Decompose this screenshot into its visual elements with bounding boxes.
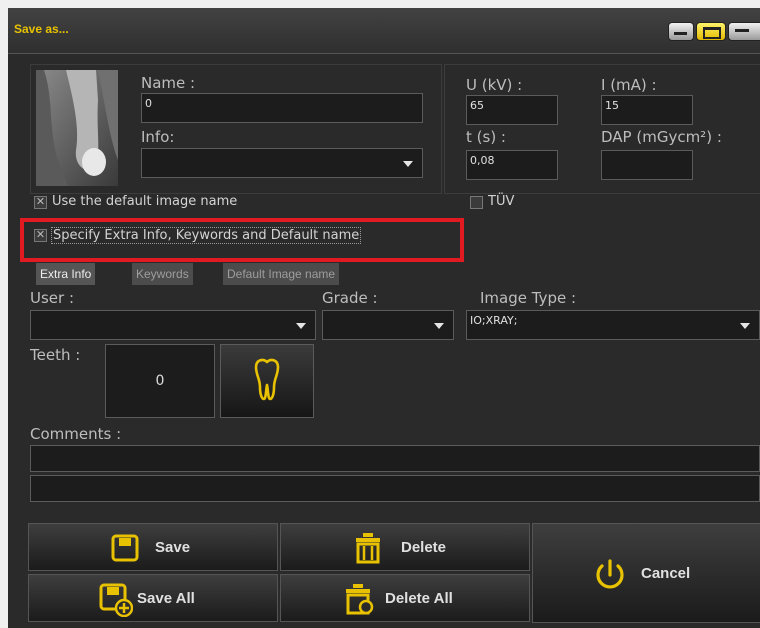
comments-line-2[interactable] <box>30 475 760 502</box>
tooth-icon <box>254 358 280 401</box>
use-default-name-label: Use the default image name <box>52 194 238 209</box>
power-icon <box>596 559 624 589</box>
cancel-label: Cancel <box>641 565 691 582</box>
title-bar[interactable]: Save as... <box>8 8 760 54</box>
tab-keywords[interactable]: Keywords <box>132 263 193 285</box>
info-label: Info: <box>141 128 175 146</box>
t-s-input[interactable]: 0,08 <box>466 150 558 180</box>
specify-extra-checkbox[interactable]: ✕ <box>34 229 47 242</box>
trash-all-icon <box>346 584 374 615</box>
tooth-chart-button[interactable] <box>220 344 314 418</box>
maximize-button[interactable] <box>696 22 726 41</box>
trash-icon <box>356 533 380 564</box>
window-title: Save as... <box>14 22 69 36</box>
delete-button[interactable]: Delete <box>280 523 530 571</box>
tab-extra-info[interactable]: Extra Info <box>36 263 96 285</box>
grade-select[interactable] <box>322 310 454 340</box>
cancel-button[interactable]: Cancel <box>532 523 760 623</box>
xray-thumbnail <box>36 70 118 186</box>
save-all-label: Save All <box>137 590 195 607</box>
u-kv-input[interactable]: 65 <box>466 95 558 125</box>
i-ma-label: I (mA) : <box>601 76 657 94</box>
delete-label: Delete <box>401 539 447 556</box>
u-kv-label: U (kV) : <box>466 76 523 94</box>
save-button[interactable]: Save <box>28 523 278 571</box>
window-extra-button[interactable] <box>728 22 760 41</box>
teeth-value[interactable]: 0 <box>105 344 215 418</box>
grade-label: Grade : <box>322 289 378 307</box>
save-label: Save <box>155 539 191 556</box>
comments-line-1[interactable] <box>30 445 760 472</box>
floppy-icon <box>111 534 139 562</box>
i-ma-input[interactable]: 15 <box>601 95 693 125</box>
save-all-button[interactable]: Save All <box>28 574 278 622</box>
comments-label: Comments : <box>30 425 122 443</box>
tuv-label: TÜV <box>488 194 515 209</box>
use-default-name-checkbox[interactable]: ✕ <box>34 196 47 209</box>
dap-label: DAP (mGycm²) : <box>601 128 722 146</box>
delete-all-button[interactable]: Delete All <box>280 574 530 622</box>
floppy-plus-icon <box>99 583 133 617</box>
dap-input[interactable] <box>601 150 693 180</box>
minimize-button[interactable] <box>668 22 694 41</box>
specify-extra-label[interactable]: Specify Extra Info, Keywords and Default… <box>51 227 362 244</box>
user-select[interactable] <box>30 310 316 340</box>
delete-all-label: Delete All <box>385 590 453 607</box>
image-type-select[interactable]: IO;XRAY; <box>466 310 760 340</box>
save-as-dialog: Save as... Name : 0 Info: U (kV) : 65 I … <box>8 8 760 628</box>
tuv-checkbox[interactable] <box>470 196 483 209</box>
teeth-label: Teeth : <box>30 346 81 364</box>
user-label: User : <box>30 289 75 307</box>
t-s-label: t (s) : <box>466 128 506 146</box>
name-input[interactable]: 0 <box>141 93 423 123</box>
name-label: Name : <box>141 74 196 92</box>
tab-default-image-name[interactable]: Default Image name <box>223 263 340 285</box>
info-select[interactable] <box>141 148 423 178</box>
image-type-label: Image Type : <box>480 289 577 307</box>
